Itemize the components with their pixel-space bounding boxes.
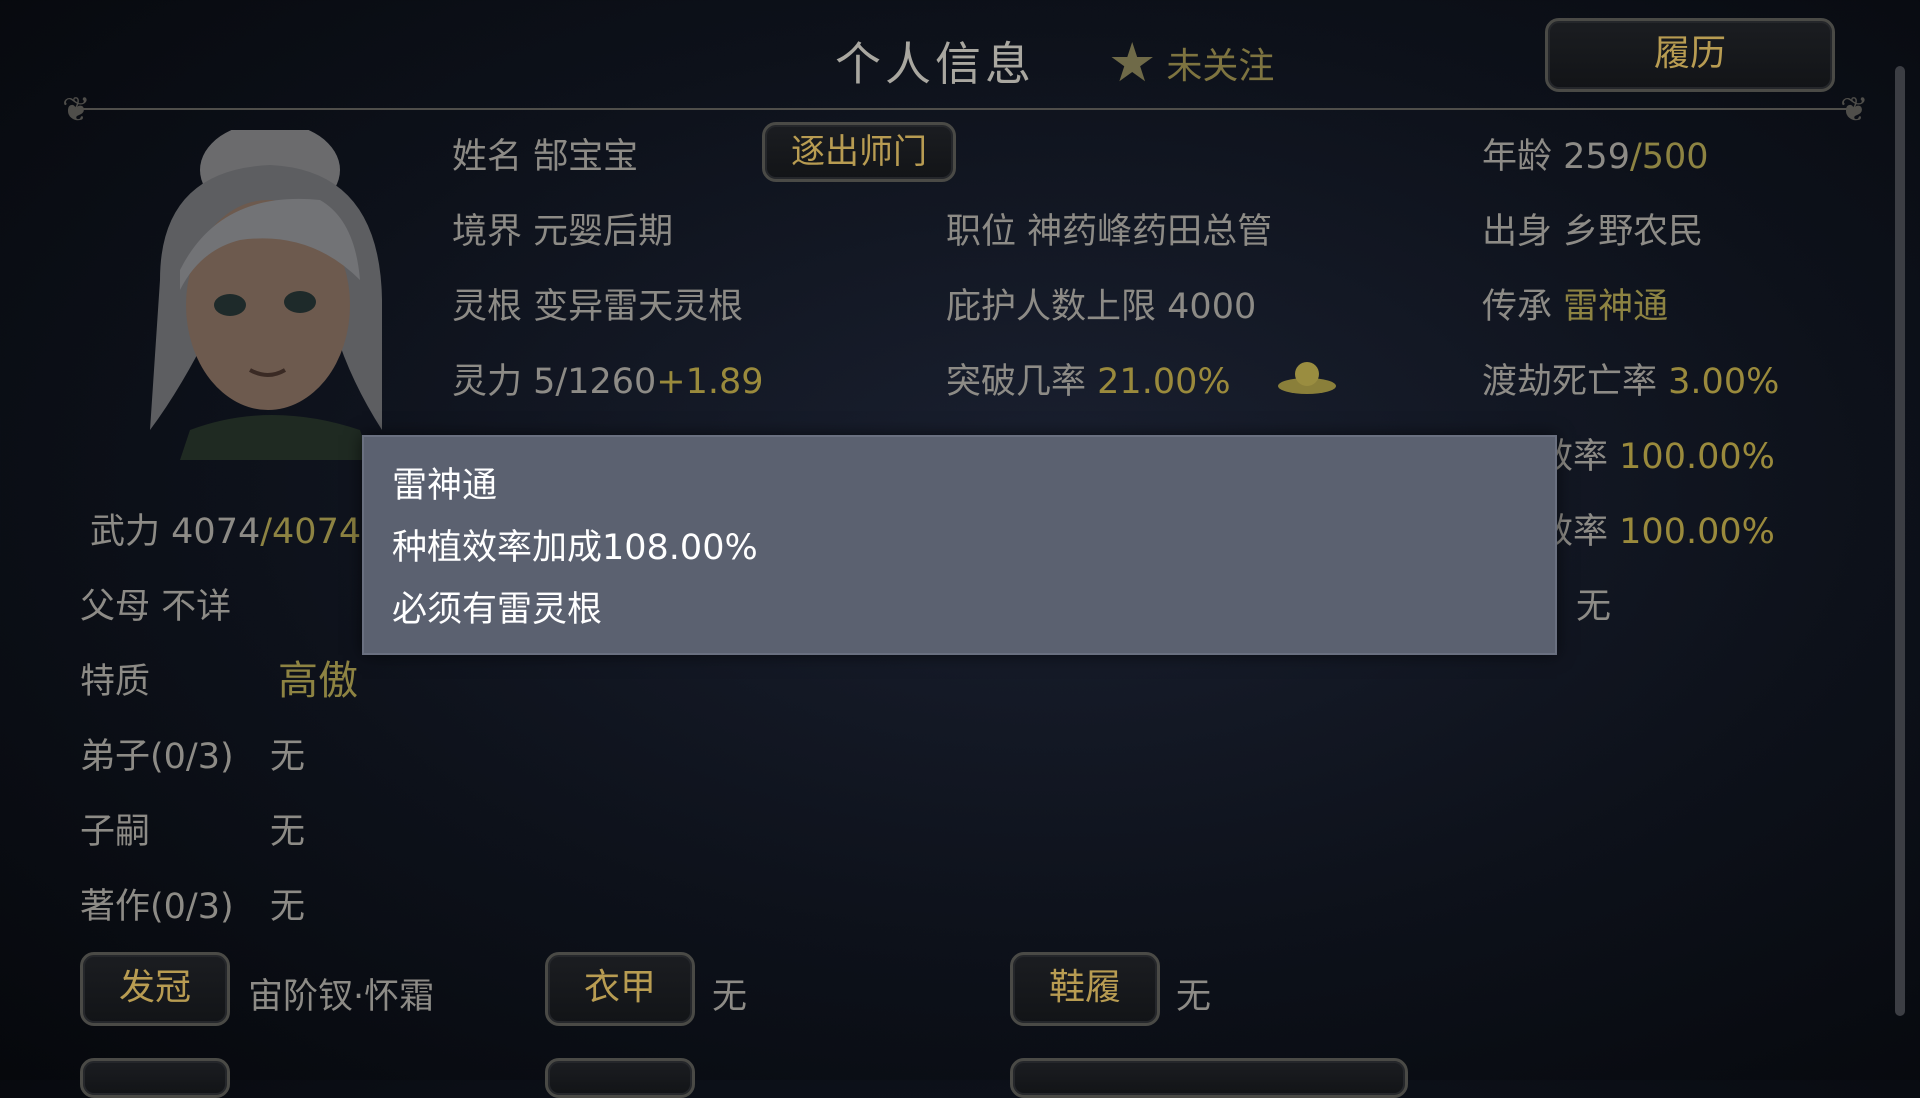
heirs-label: 子嗣 xyxy=(80,812,151,852)
divider-ornament-left: ❦ xyxy=(62,90,91,130)
efficiency-row-1: 效率 100.00% xyxy=(1538,437,1775,477)
action-button-partial[interactable] xyxy=(1010,1058,1408,1098)
protect-row: 庇护人数上限 4000 xyxy=(946,287,1257,327)
shoes-slot-button[interactable]: 鞋履 xyxy=(1010,952,1160,1026)
armor-slot-button[interactable]: 衣甲 xyxy=(545,952,695,1026)
origin-row: 出身 乡野农民 xyxy=(1482,212,1704,252)
disciples-value: 无 xyxy=(270,737,306,777)
parents-row: 父母 不详 xyxy=(80,587,232,627)
disciples-label: 弟子(0/3) xyxy=(80,737,234,777)
inherit-row[interactable]: 传承 雷神通 xyxy=(1482,278,1668,329)
efficiency-row-2: 效率 100.00% xyxy=(1538,512,1775,552)
equip-slot-button-partial[interactable] xyxy=(545,1058,695,1098)
works-value: 无 xyxy=(270,887,306,927)
divider-ornament-right: ❦ xyxy=(1840,90,1869,130)
header-divider xyxy=(80,108,1860,110)
crown-slot-button[interactable]: 发冠 xyxy=(80,952,230,1026)
follow-toggle[interactable]: ★ 未关注 xyxy=(1108,36,1274,90)
position-row: 职位 神药峰药田总管 xyxy=(946,212,1273,252)
character-portrait xyxy=(150,130,382,460)
name-row: 姓名 郜宝宝 xyxy=(452,137,639,177)
right-none-value: 无 xyxy=(1576,587,1612,627)
trait-value[interactable]: 高傲 xyxy=(278,648,358,706)
crown-value: 宙阶钗·怀霜 xyxy=(248,977,435,1017)
force-row: 武力 4074/4074 xyxy=(90,512,362,552)
tooltip-line: 必须有雷灵根 xyxy=(392,590,603,630)
spirit-row: 灵力 5/1260+1.89 xyxy=(452,362,764,402)
armor-value: 无 xyxy=(712,977,748,1017)
shoes-value: 无 xyxy=(1176,977,1212,1017)
history-button[interactable]: 履历 xyxy=(1545,18,1835,92)
equip-slot-button-partial[interactable] xyxy=(80,1058,230,1098)
scrollbar[interactable] xyxy=(1895,66,1905,1016)
pill-icon[interactable] xyxy=(1276,356,1338,396)
expel-button[interactable]: 逐出师门 xyxy=(762,122,956,182)
star-icon: ★ xyxy=(1108,31,1157,94)
breakthrough-row: 突破几率 21.00% xyxy=(946,362,1231,402)
inherit-link[interactable]: 雷神通 xyxy=(1563,287,1668,327)
tooltip-line: 种植效率加成108.00% xyxy=(392,528,758,568)
works-label: 著作(0/3) xyxy=(80,887,234,927)
tooltip-title: 雷神通 xyxy=(392,466,498,506)
tribulation-row: 渡劫死亡率 3.00% xyxy=(1482,362,1780,402)
inheritance-tooltip: 雷神通 种植效率加成108.00% 必须有雷灵根 xyxy=(362,435,1557,655)
age-row: 年龄 259/500 xyxy=(1482,137,1709,177)
root-row: 灵根 变异雷天灵根 xyxy=(452,287,744,327)
heirs-value: 无 xyxy=(270,812,306,852)
trait-label: 特质 xyxy=(80,662,151,702)
follow-label: 未关注 xyxy=(1166,46,1275,87)
realm-row: 境界 元婴后期 xyxy=(452,212,674,252)
